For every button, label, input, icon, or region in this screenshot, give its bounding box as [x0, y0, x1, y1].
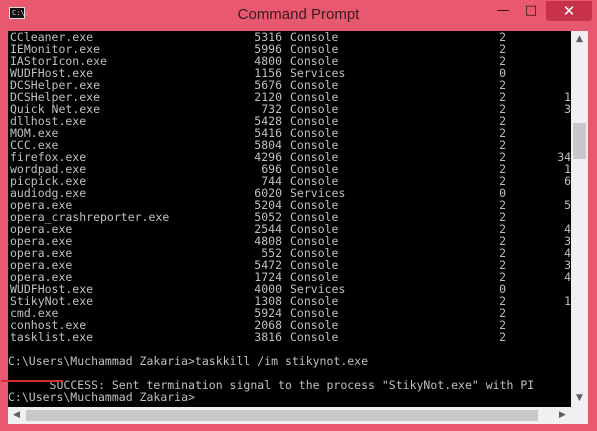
vertical-scroll-thumb[interactable]: [573, 123, 586, 159]
process-mem: 8: [508, 127, 571, 139]
horizontal-scrollbar[interactable]: ◀ ▶: [8, 407, 571, 424]
process-mem: 56: [564, 198, 571, 212]
process-name: tasklist.exe: [10, 330, 94, 344]
command-prompt-window: C:\. Command Prompt — □ ✕ C:\Users\Mucha…: [0, 0, 597, 431]
scroll-up-arrow-icon[interactable]: ▲: [571, 31, 588, 48]
prompt-line[interactable]: C:\Users\Muchammad Zakaria>: [8, 391, 195, 403]
process-mem: 42: [564, 270, 571, 284]
process-mem: 40: [564, 222, 571, 236]
process-mem: 4: [508, 211, 571, 223]
process-mem: 30: [564, 234, 571, 248]
scrollbar-corner: [571, 407, 588, 424]
process-mem: 11: [564, 90, 571, 104]
process-session: Console: [290, 330, 339, 344]
process-mem: 49: [564, 246, 571, 260]
scroll-down-arrow-icon[interactable]: ▼: [571, 390, 588, 407]
process-mem: 7: [508, 283, 571, 295]
process-mem: 38: [564, 102, 571, 116]
success-underline: [1, 380, 63, 382]
process-mem: 60: [564, 174, 571, 188]
vertical-scrollbar[interactable]: ▲ ▼: [571, 31, 588, 407]
process-mem: 3: [508, 67, 571, 79]
success-line: SUCCESS: Sent termination signal to the …: [8, 367, 535, 391]
minimize-button[interactable]: —: [491, 1, 515, 21]
scroll-right-arrow-icon[interactable]: ▶: [554, 407, 571, 424]
title-bar[interactable]: C:\. Command Prompt — □ ✕: [0, 0, 597, 31]
maximize-button[interactable]: □: [519, 1, 543, 21]
close-button[interactable]: ✕: [546, 1, 592, 21]
process-mem: 10: [564, 294, 571, 308]
command-line: C:\Users\Muchammad Zakaria>taskkill /im …: [8, 354, 369, 368]
process-mem: 31: [564, 258, 571, 272]
process-mem: 345: [557, 150, 571, 164]
process-mem: 4: [508, 319, 571, 331]
process-mem: 1: [508, 31, 571, 43]
process-pid: 3816: [254, 330, 282, 344]
scroll-left-arrow-icon[interactable]: ◀: [8, 407, 25, 424]
process-mem: 5: [508, 79, 571, 91]
console-output[interactable]: C:\Users\Muchammad Zakaria>taskkill /im …: [8, 31, 571, 407]
horizontal-scroll-thumb[interactable]: [26, 410, 538, 421]
process-row: tasklist.exe 3816 Console 24: [8, 331, 571, 343]
process-mem: 16: [564, 162, 571, 176]
process-mem: 4: [508, 43, 571, 55]
process-mem: 5: [508, 55, 571, 67]
process-mem: 4: [508, 331, 571, 343]
process-mem: 4: [508, 115, 571, 127]
process-session-num: 2: [499, 330, 506, 344]
process-mem: 9: [508, 187, 571, 199]
process-mem: 2: [508, 307, 571, 319]
